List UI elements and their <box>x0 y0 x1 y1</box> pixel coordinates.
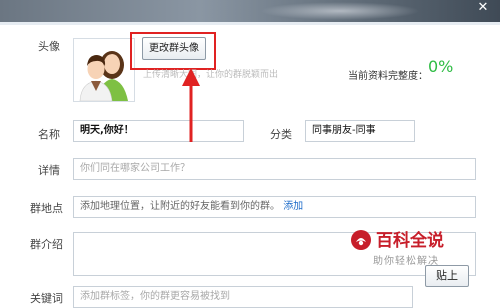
keywords-placeholder: 添加群标签，你的群更容易被找到 <box>80 291 230 302</box>
close-icon[interactable]: ✕ <box>466 0 500 16</box>
name-label: 名称 <box>38 128 60 141</box>
category-value: 同事朋友-同事 <box>312 125 376 136</box>
completeness-label: 当前资料完整度： <box>348 71 428 82</box>
details-placeholder: 你们同在哪家公司工作？ <box>80 163 190 174</box>
intro-label: 群介绍 <box>30 238 63 251</box>
watermark-title: 百科全说 <box>376 231 444 251</box>
window-titlebar: ✕ <box>0 0 500 22</box>
category-select[interactable]: 同事朋友-同事 <box>305 120 415 142</box>
avatar-label: 头像 <box>38 40 60 53</box>
details-label: 详情 <box>38 164 60 177</box>
keywords-label: 关键词 <box>30 292 63 305</box>
upload-hint: 上传清晰大图，让你的群脱颖而出 <box>143 70 279 80</box>
keywords-input[interactable]: 添加群标签，你的群更容易被找到 <box>73 286 413 308</box>
paste-button[interactable]: 贴上 <box>425 265 469 287</box>
watermark-logo-icon <box>351 230 371 250</box>
completeness-value: 0% <box>428 57 454 76</box>
titlebar-background-art <box>260 2 420 20</box>
category-label: 分类 <box>270 128 292 141</box>
change-avatar-button[interactable]: 更改群头像 <box>142 37 206 60</box>
name-value: 明天,你好！ <box>80 125 134 136</box>
details-input[interactable]: 你们同在哪家公司工作？ <box>73 158 476 180</box>
location-label: 群地点 <box>30 202 63 215</box>
location-input[interactable]: 添加地理位置，让附近的好友能看到你的群。 添加 <box>73 196 476 218</box>
add-location-link[interactable]: 添加 <box>283 201 303 212</box>
couple-avatar-icon[interactable] <box>73 38 135 102</box>
watermark-subtitle: 助你轻松解决 <box>373 256 439 267</box>
location-placeholder: 添加地理位置，让附近的好友能看到你的群。 <box>80 201 280 212</box>
name-input[interactable]: 明天,你好！ <box>73 120 244 142</box>
divider <box>0 22 500 25</box>
